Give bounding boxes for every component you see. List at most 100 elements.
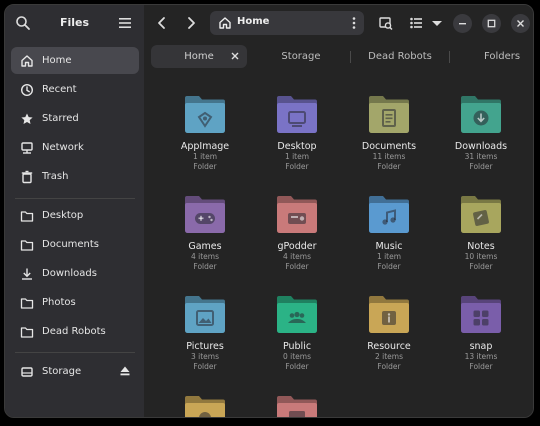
folder-count: 3 items (190, 352, 219, 361)
appimage-icon (185, 96, 225, 133)
location-label: Home (237, 16, 270, 27)
folder-count: 1 item (376, 252, 402, 261)
sidebar-item-dead-robots[interactable]: Dead Robots (11, 318, 139, 345)
tab-divider (449, 51, 450, 63)
folder-name: snap (469, 341, 493, 352)
tab-label: Folders (483, 51, 521, 62)
sidebar-header: Files (5, 5, 144, 41)
folder-name: gPodder (277, 241, 317, 252)
folder-name: Desktop (277, 141, 317, 152)
apps-icon (461, 296, 501, 333)
sidebar: Files Home Recent Starred Network Trash … (5, 5, 144, 417)
sidebar-item-home[interactable]: Home (11, 47, 139, 74)
desktop-icon (277, 96, 317, 133)
tab-label: Home (184, 51, 214, 62)
folder-item[interactable]: Documents 11 items Folder (343, 92, 435, 172)
sidebar-item-documents[interactable]: Documents (11, 231, 139, 258)
back-arrow-icon[interactable] (152, 13, 172, 33)
folder-count: 10 items (464, 252, 498, 261)
folder-kind: Folder (285, 162, 309, 171)
sidebar-item-trash[interactable]: Trash (11, 163, 139, 190)
sidebar-separator (15, 352, 135, 353)
sidebar-item-label: Photos (42, 297, 76, 308)
main-pane: Home Home Storage Dead Robots Folders Ap… (144, 5, 533, 417)
close-button[interactable] (511, 14, 530, 33)
hamburger-menu-icon[interactable] (118, 16, 132, 30)
tab-dead-robots[interactable]: Dead Robots (352, 45, 448, 68)
info-icon (369, 296, 409, 333)
folder-item[interactable]: snap 13 items Folder (435, 292, 527, 372)
drive-icon (21, 366, 33, 377)
folder-name: Downloads (454, 141, 508, 152)
folder-item[interactable]: gPodder 4 items Folder (251, 192, 343, 272)
eject-icon[interactable] (119, 365, 131, 377)
notes-icon (461, 196, 501, 233)
more-vertical-icon[interactable] (352, 16, 356, 30)
folder-item[interactable]: Desktop 1 item Folder (251, 92, 343, 172)
sidebar-item-downloads[interactable]: Downloads (11, 260, 139, 287)
maximize-button[interactable] (482, 14, 501, 33)
folder-kind: Folder (193, 162, 217, 171)
sidebar-item-label: Recent (42, 84, 77, 95)
network-icon (21, 141, 33, 154)
close-tab-icon[interactable] (230, 51, 240, 61)
tab-storage[interactable]: Storage (254, 45, 348, 68)
sidebar-item-photos[interactable]: Photos (11, 289, 139, 316)
sidebar-item-storage[interactable]: Storage (11, 358, 139, 385)
sidebar-item-label: Downloads (42, 268, 97, 279)
sidebar-item-label: Storage (42, 366, 82, 377)
folder-name: Games (188, 241, 222, 252)
maximize-icon (487, 19, 496, 28)
tab-folders[interactable]: Folders (452, 45, 533, 68)
folder-count: 1 item (284, 152, 310, 161)
folder-count: 0 items (282, 352, 311, 361)
folder-item[interactable] (251, 392, 343, 417)
folder-item[interactable]: Music 1 item Folder (343, 192, 435, 272)
folder-item[interactable]: Notes 10 items Folder (435, 192, 527, 272)
search-folder-icon[interactable] (376, 13, 396, 33)
sidebar-item-desktop[interactable]: Desktop (11, 202, 139, 229)
folder-item[interactable] (159, 392, 251, 417)
folder-item[interactable]: Resource 2 items Folder (343, 292, 435, 372)
sidebar-item-label: Starred (42, 113, 79, 124)
sidebar-item-starred[interactable]: Starred (11, 105, 139, 132)
tab-bar: Home Storage Dead Robots Folders (144, 42, 533, 70)
location-bar[interactable]: Home (210, 11, 364, 35)
gamepad-icon (185, 196, 225, 233)
download-icon (461, 96, 501, 133)
film-icon (277, 396, 317, 417)
folder-kind: Folder (377, 362, 401, 371)
folder-icon (20, 239, 34, 251)
chevron-down-icon[interactable] (427, 13, 447, 33)
sidebar-item-label: Trash (42, 171, 69, 182)
sidebar-item-recent[interactable]: Recent (11, 76, 139, 103)
folder-kind: Folder (469, 162, 493, 171)
folder-count: 4 items (190, 252, 219, 261)
folder-kind: Folder (285, 262, 309, 271)
sidebar-item-network[interactable]: Network (11, 134, 139, 161)
chart-icon (185, 396, 225, 417)
folder-item[interactable]: AppImage 1 item Folder (159, 92, 251, 172)
folder-kind: Folder (469, 262, 493, 271)
folder-kind: Folder (193, 362, 217, 371)
home-icon (21, 54, 33, 67)
folder-item[interactable]: Games 4 items Folder (159, 192, 251, 272)
folder-icon (20, 326, 34, 338)
folder-kind: Folder (193, 262, 217, 271)
music-icon (369, 196, 409, 233)
files-window: Files Home Recent Starred Network Trash … (4, 4, 534, 418)
folder-item[interactable]: Downloads 31 items Folder (435, 92, 527, 172)
folder-item[interactable]: Pictures 3 items Folder (159, 292, 251, 372)
folder-kind: Folder (469, 362, 493, 371)
picture-icon (185, 296, 225, 333)
tab-home[interactable]: Home (151, 45, 247, 68)
minimize-button[interactable] (453, 14, 472, 33)
folder-item[interactable]: Public 0 items Folder (251, 292, 343, 372)
tab-label: Dead Robots (368, 51, 432, 62)
folder-name: Documents (361, 141, 417, 152)
forward-arrow-icon[interactable] (181, 13, 201, 33)
list-view-icon[interactable] (406, 13, 426, 33)
radio-icon (277, 196, 317, 233)
minimize-icon (459, 23, 466, 25)
sidebar-item-label: Home (42, 55, 72, 66)
